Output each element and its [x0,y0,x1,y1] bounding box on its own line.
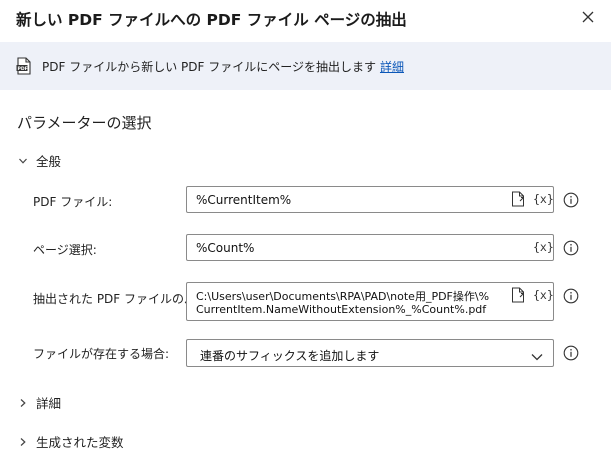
general-group-toggle[interactable]: 全般 [16,151,61,170]
chevron-down-icon [531,348,543,361]
pdf-file-label: PDF ファイル: [33,195,113,209]
details-link[interactable]: 詳細 [380,60,404,74]
page-selection-input[interactable]: %Count% {x} [186,234,554,261]
details-group-toggle[interactable]: 詳細 [16,393,61,412]
page-selection-label: ページ選択: [33,243,97,257]
details-group-label: 詳細 [36,396,62,411]
info-icon[interactable] [563,288,579,304]
banner-description: PDF ファイルから新しい PDF ファイルにページを抽出します 詳細 [42,58,404,75]
file-browse-icon[interactable] [510,191,526,207]
variable-insert-button[interactable]: {x} [533,288,554,302]
chevron-right-icon [16,435,30,449]
info-icon[interactable] [563,192,579,208]
chevron-right-icon [16,396,30,410]
general-group-label: 全般 [36,154,62,169]
page-selection-value: %Count% [196,241,255,255]
variable-insert-button[interactable]: {x} [533,192,554,206]
produced-variables-group-toggle[interactable]: 生成された変数 [16,432,124,451]
info-icon[interactable] [563,345,579,361]
file-browse-icon[interactable] [510,287,526,303]
if-file-exists-select[interactable]: 連番のサフィックスを追加します [186,339,554,367]
output-path-value-line1: C:\Users\user\Documents\RPA\PAD\note用_PD… [196,290,490,303]
pdf-file-icon: PDF [16,57,32,75]
output-path-value-line2: CurrentItem.NameWithoutExtension%_%Count… [196,303,487,316]
pdf-file-value: %CurrentItem% [196,193,292,207]
output-path-input[interactable]: C:\Users\user\Documents\RPA\PAD\note用_PD… [186,282,554,321]
svg-text:PDF: PDF [18,66,28,72]
section-title: パラメーターの選択 [17,114,152,132]
variable-insert-button[interactable]: {x} [533,240,554,254]
produced-variables-group-label: 生成された変数 [36,435,124,450]
banner-text: PDF ファイルから新しい PDF ファイルにページを抽出します [42,60,376,74]
info-icon[interactable] [563,240,579,256]
if-file-exists-value: 連番のサフィックスを追加します [200,349,380,363]
chevron-down-icon [16,154,30,168]
pdf-file-input[interactable]: %CurrentItem% {x} [186,186,554,213]
close-icon[interactable] [578,7,598,27]
if-file-exists-label: ファイルが存在する場合: [33,347,170,361]
dialog-title: 新しい PDF ファイルへの PDF ファイル ページの抽出 [16,11,407,29]
